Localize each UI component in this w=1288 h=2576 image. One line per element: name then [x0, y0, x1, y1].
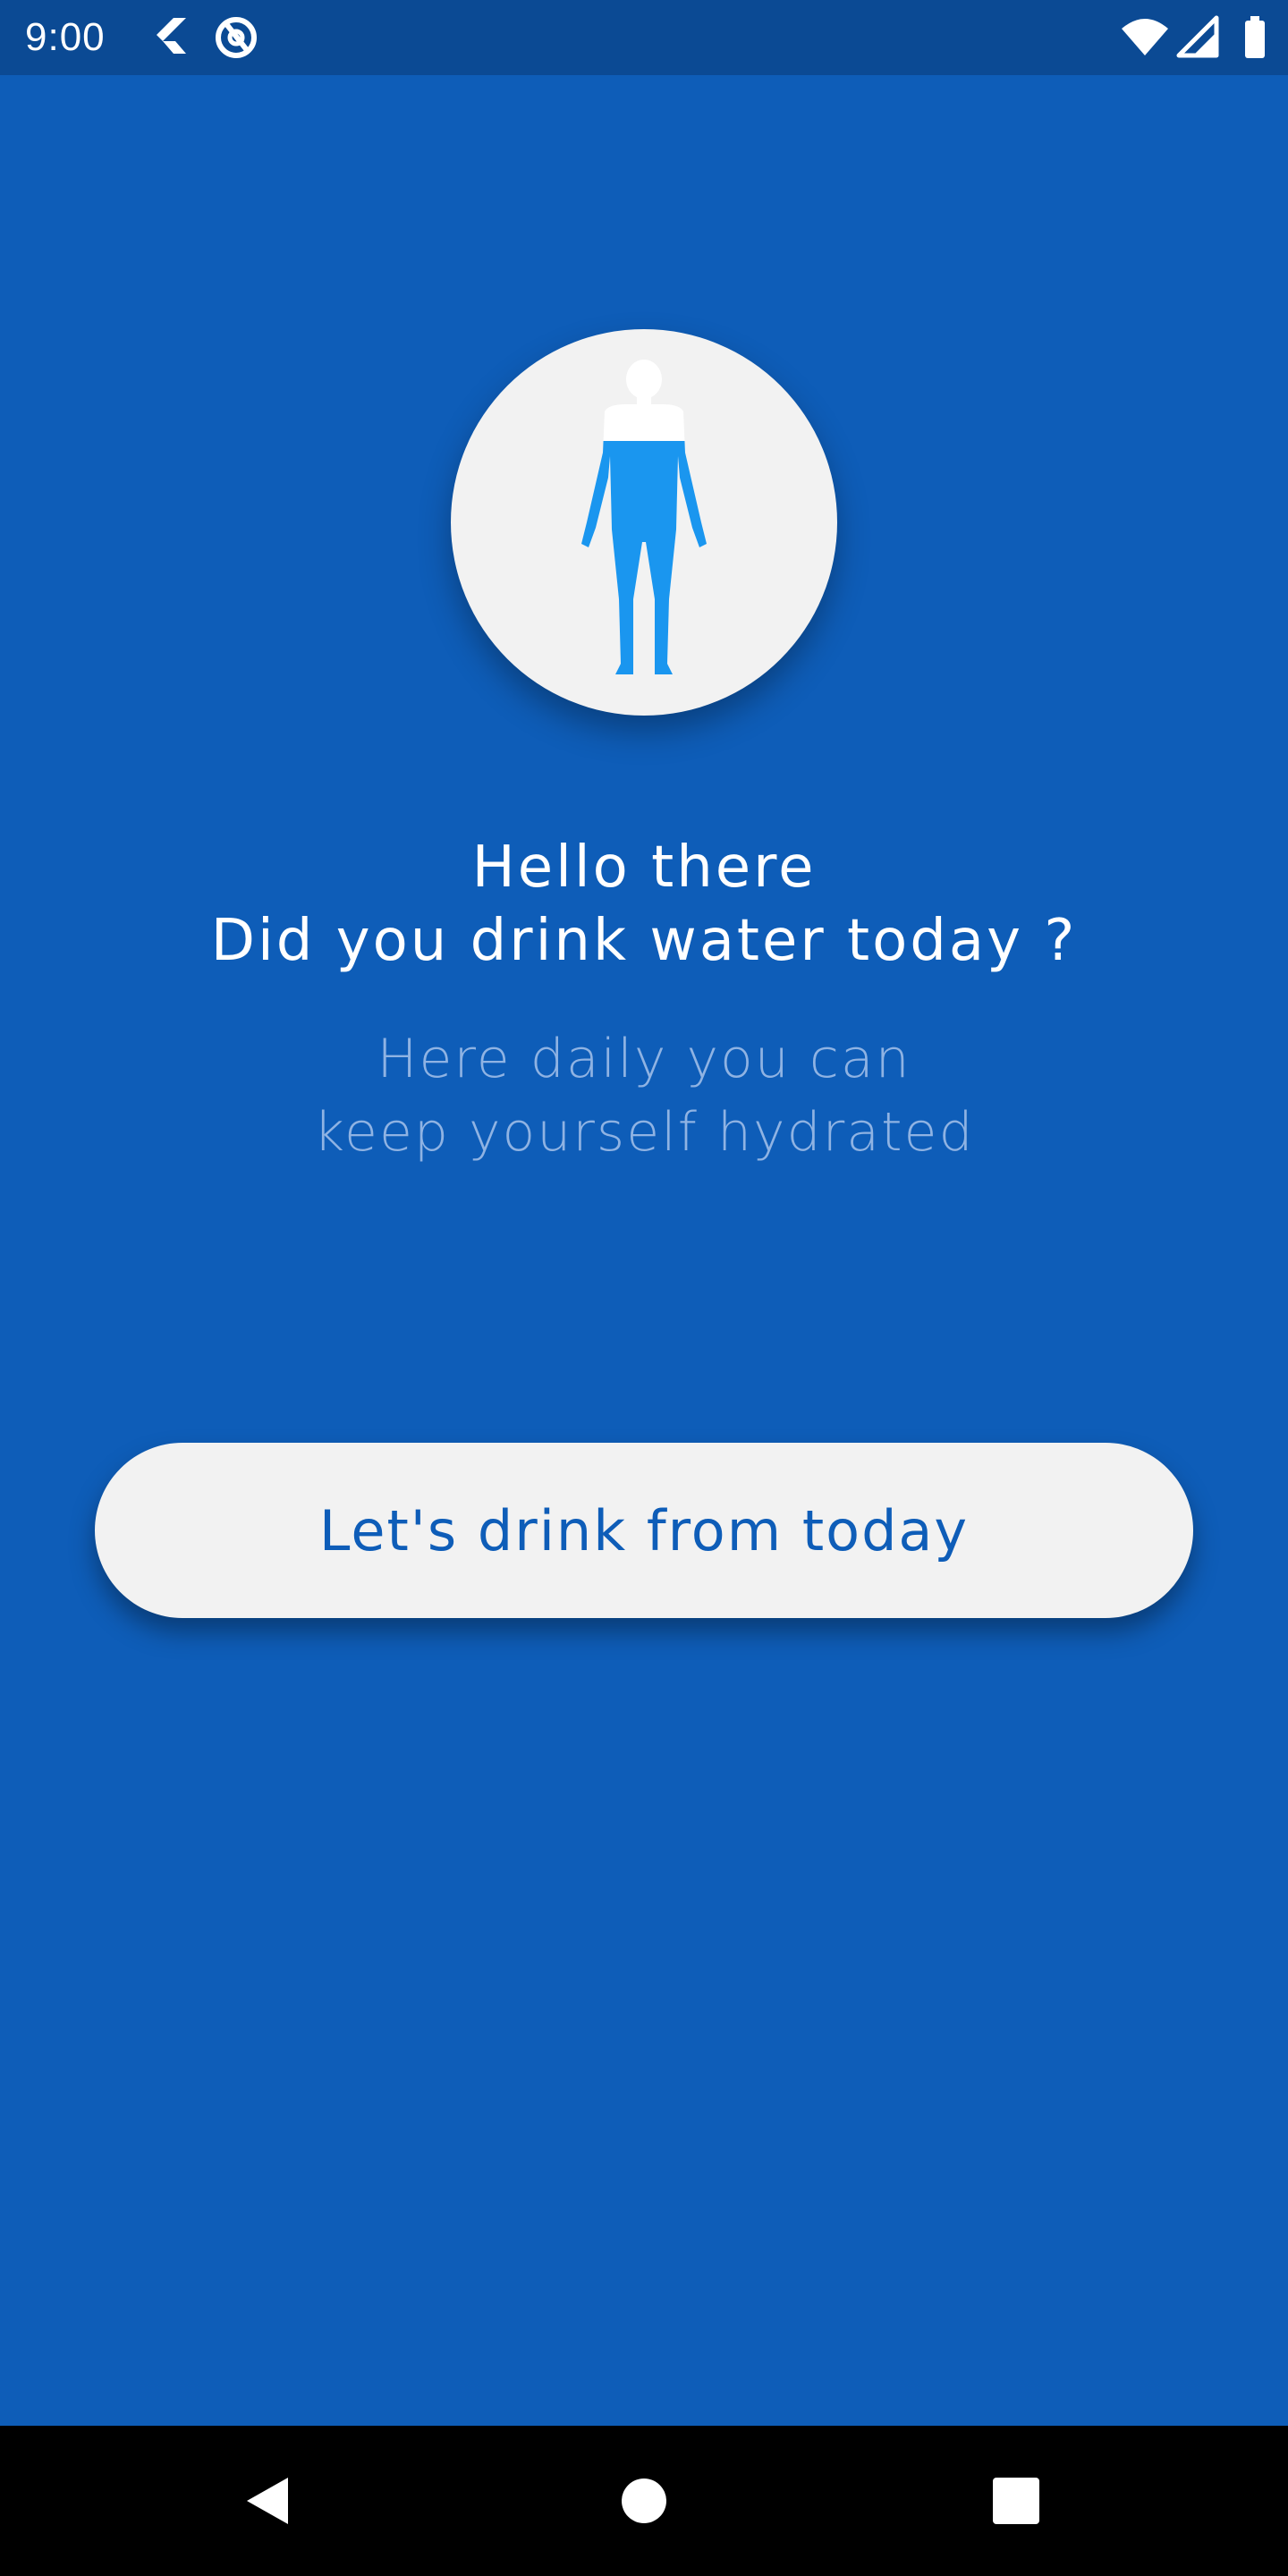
greeting-title-line1: Hello there [471, 835, 817, 901]
back-icon[interactable] [224, 2456, 313, 2546]
recents-icon[interactable] [971, 2456, 1061, 2546]
cell-signal-icon [1175, 14, 1225, 61]
greeting-subtitle: Here daily you can keep yourself hydrate… [54, 1022, 1234, 1169]
greeting-subtitle-line2: keep yourself hydrated [313, 1101, 975, 1164]
status-bar: 9:00 [0, 0, 1288, 75]
home-icon[interactable] [599, 2456, 689, 2546]
onboarding-screen: Hello there Did you drink water today ? … [0, 75, 1288, 2426]
flutter-icon [147, 14, 197, 61]
greeting-title-line2: Did you drink water today ? [210, 908, 1078, 974]
navigation-bar [0, 2426, 1288, 2576]
battery-icon [1231, 14, 1281, 61]
wifi-icon [1120, 14, 1170, 61]
greeting-title: Hello there Did you drink water today ? [54, 831, 1234, 978]
start-drinking-button[interactable]: Let's drink from today [95, 1443, 1193, 1618]
hero-avatar [451, 329, 837, 716]
at-sign-icon [211, 14, 261, 61]
human-body-icon [581, 360, 707, 674]
greeting-subtitle-line1: Here daily you can [377, 1028, 911, 1090]
status-time: 9:00 [25, 15, 106, 59]
